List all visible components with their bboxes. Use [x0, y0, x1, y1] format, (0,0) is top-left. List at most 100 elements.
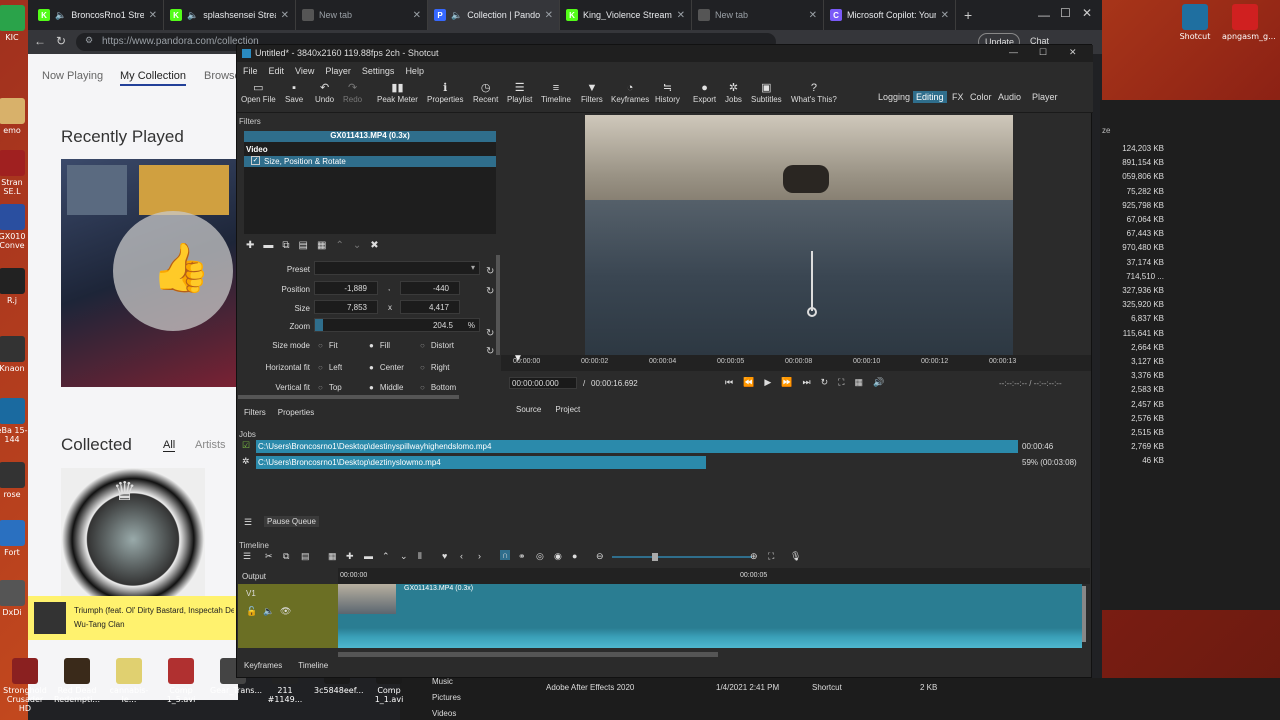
- peak-meter-button[interactable]: ▮▮ Peak Meter: [377, 81, 418, 104]
- play-icon[interactable]: ▶: [764, 377, 771, 388]
- quick-videos[interactable]: Videos: [432, 709, 456, 718]
- remove-icon[interactable]: ▬: [364, 551, 373, 561]
- speaker-icon[interactable]: 🔈: [187, 10, 198, 21]
- quick-music[interactable]: Music: [432, 677, 453, 686]
- menu-settings[interactable]: Settings: [362, 66, 395, 76]
- filters-h-scrollbar[interactable]: [238, 395, 459, 399]
- zoom-fit-icon[interactable]: ⛶: [838, 377, 844, 388]
- zoom-reset-icon[interactable]: ↻: [486, 328, 494, 339]
- job-row[interactable]: C:\Users\Broncosrno1\Desktop\destinyspil…: [256, 440, 1018, 453]
- undo-button[interactable]: ↶ Undo: [315, 81, 334, 104]
- filter-all[interactable]: All: [163, 439, 176, 452]
- current-time-field[interactable]: 00:00:00.000: [509, 377, 577, 389]
- filters-scrollbar[interactable]: [496, 255, 500, 355]
- split-icon[interactable]: ⫴: [418, 551, 422, 562]
- speaker-icon[interactable]: 🔈: [451, 10, 462, 21]
- mode-color[interactable]: Color: [967, 91, 995, 103]
- window-maximize-icon[interactable]: ☐: [1060, 6, 1071, 20]
- nav-my-collection[interactable]: My Collection: [120, 70, 187, 86]
- save-preset-icon[interactable]: ▦: [317, 240, 326, 251]
- ripple-markers-icon[interactable]: ●: [572, 551, 577, 561]
- size-mode-radio-fill[interactable]: Fill: [369, 341, 390, 350]
- filter-item-spr[interactable]: ✓ Size, Position & Rotate: [244, 156, 496, 167]
- tab-project[interactable]: Project: [555, 405, 580, 414]
- size-reset-icon[interactable]: ↻: [486, 286, 494, 297]
- mode-player[interactable]: Player: [1029, 91, 1061, 103]
- timeline-clip[interactable]: GX011413.MP4 (0.3x): [338, 584, 1082, 648]
- snap-icon[interactable]: ∩: [500, 550, 511, 560]
- menu-help[interactable]: Help: [405, 66, 424, 76]
- redo-button[interactable]: ↷ Redo: [343, 81, 362, 104]
- nav-now-playing[interactable]: Now Playing: [42, 70, 103, 82]
- sc-minimize-icon[interactable]: —: [1009, 47, 1018, 57]
- quick-pictures[interactable]: Pictures: [432, 693, 461, 702]
- track-header-v1[interactable]: V1 🔓 🔈 👁: [238, 584, 338, 648]
- menu-edit[interactable]: Edit: [269, 66, 285, 76]
- hfit-radio-center[interactable]: Center: [369, 363, 404, 372]
- site-info-icon[interactable]: ⚙: [85, 35, 93, 46]
- vfit-radio-middle[interactable]: Middle: [369, 383, 404, 392]
- size-height-field[interactable]: 4,417: [400, 300, 460, 314]
- zoom-out-icon[interactable]: ⊖: [596, 551, 604, 562]
- remove-filter-icon[interactable]: ▬: [263, 240, 273, 251]
- cut-icon[interactable]: ✂: [265, 551, 273, 562]
- desktop-icon[interactable]: Stronghold Crusader HD: [2, 658, 48, 713]
- timeline-h-scrollbar[interactable]: [338, 652, 718, 657]
- scrub-icon[interactable]: ⚭: [518, 551, 526, 562]
- mode-editing[interactable]: Editing: [913, 91, 947, 103]
- overwrite-icon[interactable]: ⌄: [400, 551, 408, 562]
- sc-close-icon[interactable]: ✕: [1069, 47, 1077, 58]
- file-name[interactable]: Adobe After Effects 2020: [546, 683, 634, 692]
- desktop-icon[interactable]: KIC: [0, 5, 30, 42]
- tab-keyframes[interactable]: Keyframes: [244, 661, 282, 670]
- desktop-icon[interactable]: Stran SE.L: [0, 150, 30, 196]
- lift-icon[interactable]: ⌃: [382, 551, 390, 562]
- zoom-slider-handle[interactable]: [652, 553, 658, 561]
- timeline-menu-icon[interactable]: ☰: [243, 551, 251, 562]
- hfit-reset-icon[interactable]: ↻: [486, 346, 494, 357]
- browser-tab[interactable]: K King_Violence Stream ✕: [560, 0, 692, 30]
- tab-source[interactable]: Source: [516, 405, 541, 414]
- jobs-menu-icon[interactable]: ☰: [244, 517, 252, 528]
- tab-properties[interactable]: Properties: [278, 408, 314, 417]
- menu-file[interactable]: File: [243, 66, 258, 76]
- rewind-icon[interactable]: ⏪: [743, 377, 754, 388]
- playlist-button[interactable]: ☰ Playlist: [507, 81, 532, 104]
- jobs-button[interactable]: ✲ Jobs: [725, 81, 742, 104]
- album-art-recent[interactable]: 👍: [61, 159, 238, 387]
- preset-dropdown[interactable]: ▾: [314, 261, 480, 275]
- volume-icon[interactable]: 🔊: [873, 377, 884, 388]
- marker-icon[interactable]: ♥: [442, 551, 447, 561]
- export-button[interactable]: ● Export: [693, 81, 716, 104]
- size-mode-radio-distort[interactable]: Distort: [420, 341, 454, 350]
- position-handle[interactable]: [807, 307, 817, 317]
- desktop-icon[interactable]: apngasm_g...: [1222, 4, 1276, 41]
- tab-close-icon[interactable]: ✕: [413, 10, 421, 21]
- move-up-icon[interactable]: ⌃: [335, 240, 343, 251]
- position-y-field[interactable]: -440: [400, 281, 460, 295]
- ripple-all-icon[interactable]: ◉: [554, 551, 562, 562]
- vfit-radio-top[interactable]: Top: [318, 383, 342, 392]
- mode-audio[interactable]: Audio: [995, 91, 1024, 103]
- position-x-field[interactable]: -1,889: [314, 281, 378, 295]
- properties-button[interactable]: ℹ Properties: [427, 81, 463, 104]
- history-button[interactable]: ≒ History: [655, 81, 680, 104]
- browser-tab[interactable]: C Microsoft Copilot: Your AI ✕: [824, 0, 956, 30]
- desktop-icon[interactable]: Red Dead Redempti...: [54, 658, 100, 704]
- size-mode-radio-fit[interactable]: Fit: [318, 341, 338, 350]
- subtitles-button[interactable]: ▣ Subtitles: [751, 81, 782, 104]
- filters-button[interactable]: ▼ Filters: [581, 81, 603, 104]
- mode-fx[interactable]: FX: [949, 91, 967, 103]
- fast-forward-icon[interactable]: ⏩: [781, 377, 792, 388]
- browser-tab[interactable]: K 🔈 splashsensei Stream ✕: [164, 0, 296, 30]
- keyframes-button[interactable]: ◔ Keyframes: [611, 81, 649, 104]
- tab-close-icon[interactable]: ✕: [281, 10, 289, 21]
- ripple-icon[interactable]: ◎: [536, 551, 544, 562]
- paste-filter-icon[interactable]: ▤: [299, 240, 308, 251]
- job-row[interactable]: C:\Users\Broncosrno1\Desktop\deztinyslow…: [256, 456, 706, 469]
- desktop-icon[interactable]: emo: [0, 98, 30, 135]
- paste-icon[interactable]: ▤: [301, 551, 310, 562]
- tab-close-icon[interactable]: ✕: [941, 10, 949, 21]
- record-audio-icon[interactable]: 🎙: [790, 551, 801, 562]
- vfit-radio-bottom[interactable]: Bottom: [420, 383, 456, 392]
